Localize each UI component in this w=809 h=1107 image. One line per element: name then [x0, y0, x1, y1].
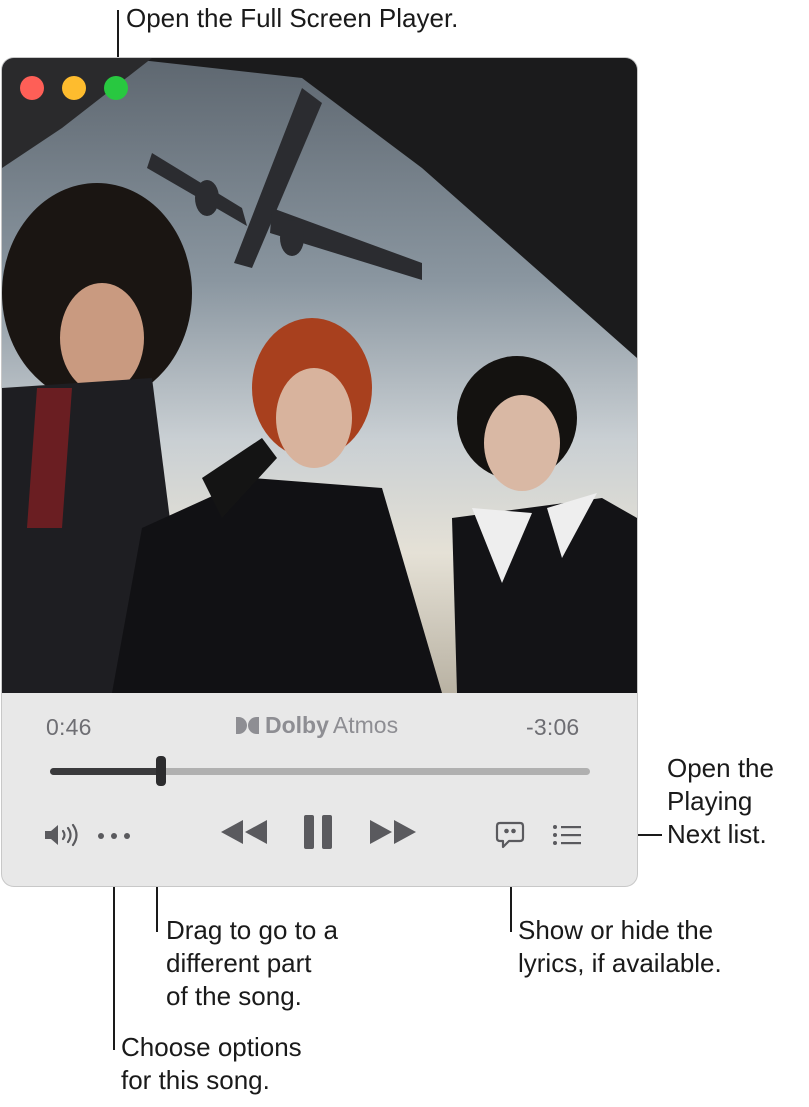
- progress-fill: [50, 768, 161, 775]
- playhead-scrubber[interactable]: [155, 756, 166, 786]
- ellipsis-icon: [98, 833, 130, 839]
- callout-playing-next: Open the Playing Next list.: [667, 753, 774, 849]
- playing-next-button[interactable]: [550, 820, 584, 850]
- callout-full-screen: Open the Full Screen Player.: [126, 3, 459, 33]
- previous-track-button[interactable]: [218, 814, 270, 850]
- album-artwork: [2, 58, 637, 693]
- full-screen-button[interactable]: [104, 76, 128, 100]
- play-pause-button[interactable]: [298, 810, 338, 854]
- rewind-icon: [221, 820, 267, 844]
- playback-progress-bar[interactable]: [50, 768, 590, 775]
- close-window-button[interactable]: [20, 76, 44, 100]
- elapsed-time: 0:46: [46, 714, 92, 740]
- more-options-button[interactable]: [96, 822, 132, 850]
- lyrics-quote-icon: [495, 821, 525, 849]
- mini-player-window: 0:46 Dolby Atmos -3:06: [2, 58, 637, 886]
- minimize-window-button[interactable]: [62, 76, 86, 100]
- atmos-label: Atmos: [332, 712, 399, 738]
- lyrics-button[interactable]: [492, 818, 528, 852]
- callout-scrubber: Drag to go to a different part of the so…: [166, 915, 338, 1011]
- album-artwork-illustration: [2, 58, 637, 693]
- speaker-volume-icon: [45, 823, 78, 847]
- next-track-button[interactable]: [367, 814, 419, 850]
- dolby-atmos-badge: Dolby Atmos: [236, 712, 398, 739]
- pause-icon: [304, 815, 332, 849]
- volume-button[interactable]: [42, 820, 82, 850]
- dolby-logo-icon: [236, 717, 259, 734]
- callout-options: Choose options for this song.: [121, 1032, 302, 1095]
- callout-lyrics: Show or hide the lyrics, if available.: [518, 915, 722, 978]
- dolby-brand-label: Dolby: [265, 712, 329, 738]
- list-icon: [553, 825, 581, 845]
- fast-forward-icon: [370, 820, 416, 844]
- remaining-time: -3:06: [526, 714, 580, 740]
